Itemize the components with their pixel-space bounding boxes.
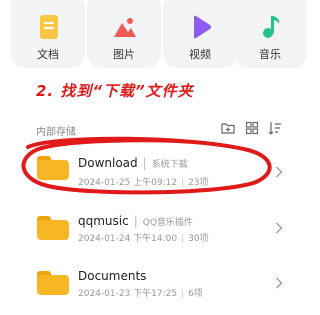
file-meta: 2024-01-25 上午09:12 | 23项 — [78, 178, 209, 188]
file-meta: 2024-01-23 下午17:25 | 6项 — [78, 289, 203, 299]
file-name: Download | 系统下载 — [78, 156, 188, 170]
music-note-icon — [263, 16, 280, 38]
chevron-right-icon — [276, 222, 283, 234]
folder-icon — [37, 216, 69, 240]
category-label: 文档 — [37, 48, 59, 61]
folder-icon — [37, 156, 69, 180]
sort-icon[interactable] — [267, 120, 283, 136]
file-meta: 2024-01-24 下午14:00 | 30项 — [78, 234, 209, 244]
grid-view-icon[interactable] — [244, 120, 260, 136]
document-icon — [40, 15, 58, 39]
file-row-qqmusic[interactable]: qqmusic | QQ音乐插件 2024-01-24 下午14:00 | 30项 — [0, 200, 320, 260]
file-name: qqmusic | QQ音乐插件 — [78, 214, 193, 228]
new-folder-icon[interactable] — [220, 120, 236, 136]
category-label: 视频 — [189, 48, 211, 61]
storage-title: 内部存储 — [36, 127, 76, 138]
category-row: 文档 图片 视频 音乐 — [0, 0, 320, 80]
chevron-right-icon — [276, 166, 283, 178]
file-desc: QQ音乐插件 — [142, 218, 193, 228]
category-label: 图片 — [113, 48, 135, 61]
file-row-documents[interactable]: Documents 2024-01-23 下午17:25 | 6项 — [0, 255, 320, 315]
category-documents[interactable]: 文档 — [11, 0, 85, 68]
category-images[interactable]: 图片 — [87, 0, 161, 68]
video-play-icon — [194, 15, 211, 39]
file-name: Documents — [78, 269, 147, 283]
file-desc: 系统下载 — [151, 160, 188, 170]
file-row-download[interactable]: Download | 系统下载 2024-01-25 上午09:12 | 23项 — [0, 140, 320, 200]
annotation-text: 2. 找到“下载”文件夹 — [36, 82, 194, 100]
folder-icon — [37, 271, 69, 295]
category-videos[interactable]: 视频 — [163, 0, 237, 68]
image-icon — [114, 18, 136, 37]
chevron-right-icon — [276, 277, 283, 289]
category-label: 音乐 — [259, 48, 281, 61]
category-music[interactable]: 音乐 — [233, 0, 307, 68]
